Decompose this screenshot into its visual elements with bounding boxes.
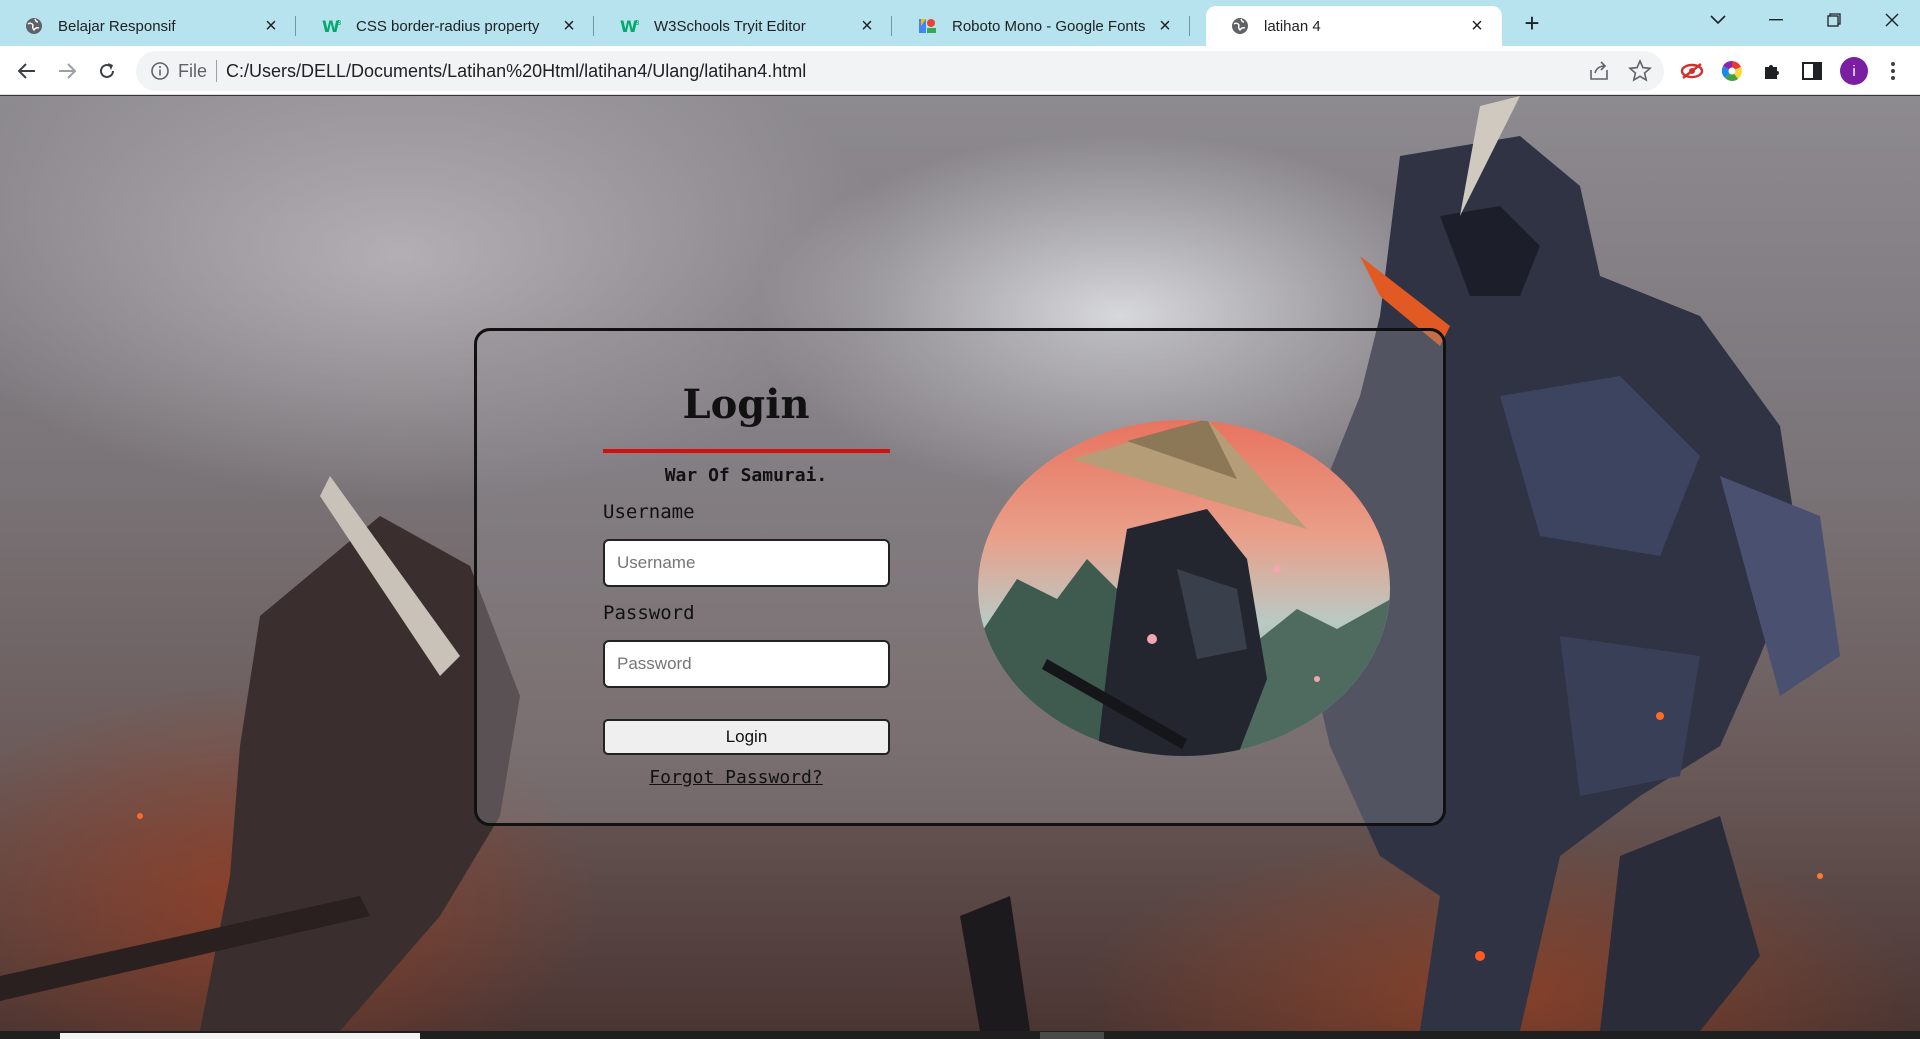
title-underline xyxy=(603,449,890,453)
close-icon[interactable]: × xyxy=(1154,15,1176,37)
tab-separator xyxy=(1189,16,1190,36)
tab-separator xyxy=(593,16,594,36)
restore-icon xyxy=(1827,13,1841,27)
close-icon[interactable]: × xyxy=(856,15,878,37)
profile-avatar[interactable]: i xyxy=(1840,57,1868,85)
close-icon[interactable]: × xyxy=(1466,15,1488,37)
info-icon[interactable] xyxy=(150,61,170,81)
menu-button[interactable] xyxy=(1880,58,1906,84)
color-picker-icon[interactable] xyxy=(1719,58,1745,84)
forgot-password-link[interactable]: Forgot Password? xyxy=(603,767,869,788)
tab-belajar-responsif[interactable]: Belajar Responsif × xyxy=(0,6,296,46)
arrow-right-icon xyxy=(59,63,76,79)
google-fonts-icon xyxy=(918,16,938,36)
extension-eye-icon[interactable] xyxy=(1679,58,1705,84)
os-taskbar xyxy=(0,1031,1920,1039)
w3schools-icon: W3 xyxy=(620,16,640,36)
tab-roboto-mono[interactable]: Roboto Mono - Google Fonts × xyxy=(894,6,1190,46)
tab-title: W3Schools Tryit Editor xyxy=(654,17,806,35)
close-icon xyxy=(1885,13,1899,27)
scheme-label: File xyxy=(178,61,208,81)
minimize-button[interactable] xyxy=(1748,0,1804,40)
back-button[interactable] xyxy=(10,54,44,88)
password-input[interactable] xyxy=(603,640,890,688)
star-icon[interactable] xyxy=(1628,59,1652,83)
username-label: Username xyxy=(603,501,695,523)
side-panel-icon[interactable] xyxy=(1799,58,1825,84)
share-icon[interactable] xyxy=(1588,60,1610,82)
minimize-icon xyxy=(1769,19,1783,21)
reload-button[interactable] xyxy=(90,54,124,88)
page-viewport: Login War Of Samurai. Username Password … xyxy=(0,96,1920,1031)
address-bar[interactable]: File C:/Users/DELL/Documents/Latihan%20H… xyxy=(136,51,1664,91)
tab-css-border-radius[interactable]: W3 CSS border-radius property × xyxy=(298,6,594,46)
svg-text:3: 3 xyxy=(635,19,639,27)
restore-button[interactable] xyxy=(1806,0,1862,40)
login-title: Login xyxy=(682,381,810,428)
kebab-menu-icon xyxy=(1891,62,1895,80)
tab-title: latihan 4 xyxy=(1264,17,1321,35)
omnibox-divider xyxy=(216,60,217,82)
close-icon[interactable]: × xyxy=(260,15,282,37)
tab-separator xyxy=(891,16,892,36)
tab-separator xyxy=(295,16,296,36)
taskbar-app-button[interactable] xyxy=(1040,1032,1104,1039)
login-card: Login War Of Samurai. Username Password … xyxy=(474,328,1446,826)
tab-latihan-4[interactable]: latihan 4 × xyxy=(1206,6,1502,46)
puzzle-icon[interactable] xyxy=(1759,58,1785,84)
tab-strip: Belajar Responsif × W3 CSS border-radius… xyxy=(0,0,1920,46)
password-label: Password xyxy=(603,602,695,624)
svg-text:3: 3 xyxy=(337,19,341,27)
close-window-button[interactable] xyxy=(1864,0,1920,40)
login-subtitle: War Of Samurai. xyxy=(664,465,828,486)
chevron-down-icon xyxy=(1710,15,1726,25)
tab-title: CSS border-radius property xyxy=(356,17,540,35)
tab-title: Belajar Responsif xyxy=(58,17,176,35)
globe-icon xyxy=(1230,16,1250,36)
browser-toolbar: File C:/Users/DELL/Documents/Latihan%20H… xyxy=(0,46,1920,95)
w3schools-icon: W3 xyxy=(322,16,342,36)
taskbar-search-box[interactable] xyxy=(60,1033,420,1039)
tab-w3schools-tryit[interactable]: W3 W3Schools Tryit Editor × xyxy=(596,6,892,46)
login-button[interactable]: Login xyxy=(603,719,890,755)
arrow-left-icon xyxy=(18,63,35,79)
new-tab-button[interactable]: + xyxy=(1516,8,1548,40)
close-icon[interactable]: × xyxy=(558,15,580,37)
reload-icon xyxy=(100,63,114,78)
globe-icon xyxy=(24,16,44,36)
tab-search-button[interactable] xyxy=(1690,0,1746,40)
url-text[interactable]: C:/Users/DELL/Documents/Latihan%20Html/l… xyxy=(226,61,806,82)
username-input[interactable] xyxy=(603,539,890,587)
tab-title: Roboto Mono - Google Fonts xyxy=(952,17,1146,35)
forward-button[interactable] xyxy=(50,54,84,88)
samurai-oval-image xyxy=(978,420,1390,756)
